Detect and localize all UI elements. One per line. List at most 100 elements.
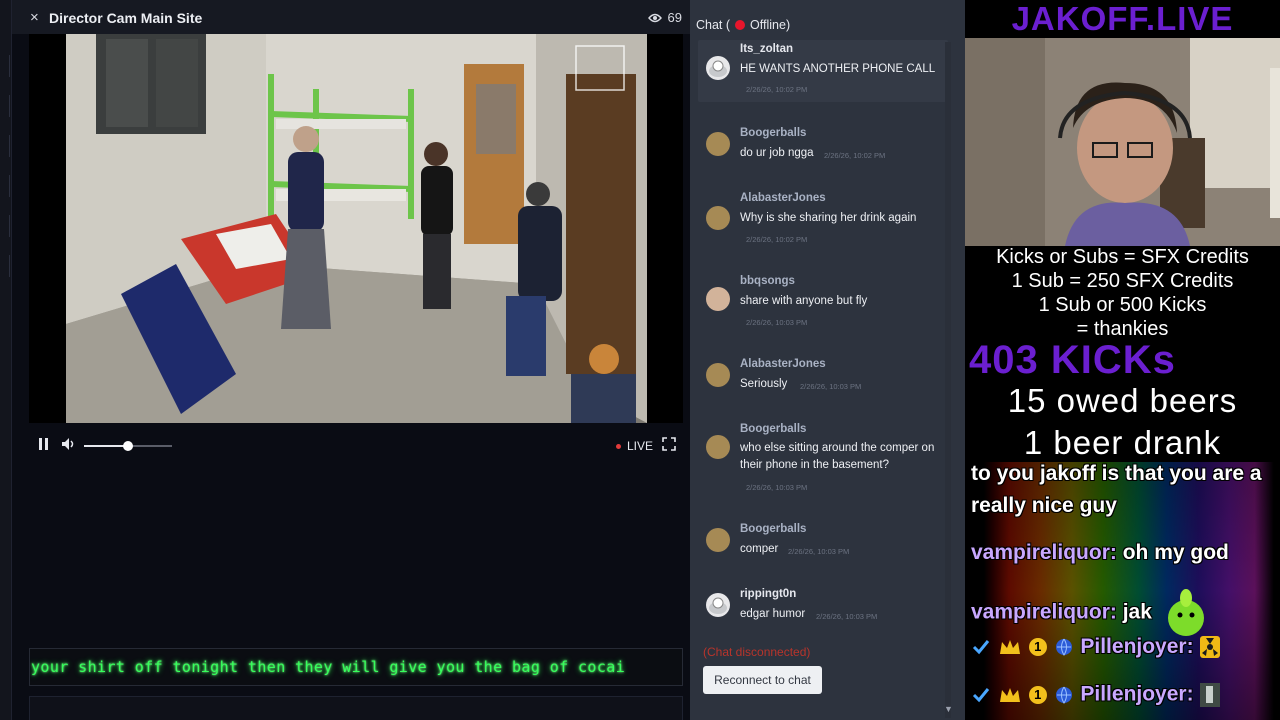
chat-message[interactable]: Its_zoltan HE WANTS ANOTHER PHONE CALL 2… [698,40,948,102]
crown-badge-icon [999,640,1020,655]
ticker-footer-bar [29,696,683,720]
chat-username[interactable]: Boogerballs [740,523,806,535]
chat-timestamp: 2/26/26, 10:03 PM [788,547,850,556]
live-dot-icon [615,443,621,449]
chat-username[interactable]: Boogerballs [740,423,806,435]
sidebar-notch [2,175,10,197]
chat-disconnected-notice: (Chat disconnected) [703,645,811,659]
overlay-chat-text: jak [1122,600,1152,624]
verified-badge-icon [972,640,990,655]
verified-badge-icon [972,688,990,703]
chat-timestamp: 2/26/26, 10:03 PM [800,382,862,391]
overlay-chat-user: Pillenjoyer: [1080,682,1194,706]
green-blob-emote-icon [1167,589,1204,636]
volume-icon [62,438,74,450]
ticker-text: your shirt off tonight then they will gi… [31,658,626,676]
stream-rules: Kicks or Subs = SFX Credits 1 Sub = 250 … [965,245,1280,341]
offline-dot-icon [735,20,746,30]
chat-timestamp: 2/26/26, 10:02 PM [746,235,808,244]
eye-icon [647,13,662,22]
chat-message[interactable]: Boogerballs comper 2/26/26, 10:03 PM [698,521,948,561]
security-camera-feed [66,34,647,423]
overlay-chat-line: vampireliquor: oh my god [971,541,1229,565]
chat-header-prefix: Chat ( [696,18,731,32]
sub-badge-icon: 1 [1028,686,1047,704]
overlay-chat-line: 1 Pillenjoyer: [971,682,1223,708]
overlay-chat-user: Pillenjoyer: [1080,635,1194,658]
avatar [706,56,730,80]
chat-username[interactable]: rippingt0n [740,588,796,600]
globe-badge-icon [1055,639,1072,657]
volume-button[interactable] [61,437,77,456]
chat-timestamp: 2/26/26, 10:02 PM [824,151,886,160]
volume-slider-fill [84,445,128,447]
chat-timestamp: 2/26/26, 10:03 PM [746,483,808,492]
reconnect-chat-button[interactable]: Reconnect to chat [703,666,822,694]
avatar [706,593,730,617]
chat-timestamp: 2/26/26, 10:03 PM [816,612,878,621]
chat-message-list[interactable]: Its_zoltan HE WANTS ANOTHER PHONE CALL 2… [698,40,948,640]
sidebar-notch [2,55,10,77]
avatar [706,206,730,230]
live-label: LIVE [626,439,653,453]
crown-badge-icon [999,688,1020,702]
fullscreen-button[interactable] [662,437,676,456]
chat-username[interactable]: AlabasterJones [740,358,826,370]
webcam-scene-graphic [965,38,1280,246]
rule-line: Kicks or Subs = SFX Credits [996,246,1249,268]
beer-counter: 15 owed beers 1 beer drank [965,380,1280,464]
scroll-down-arrow-icon[interactable]: ▼ [944,704,953,714]
avatar [706,132,730,156]
player-controls: LIVE [29,428,683,464]
sidebar-notch [2,255,10,277]
tts-message-line: to you jakoff is that you are a [971,462,1262,485]
avatar [706,363,730,387]
left-sidebar-strip [0,0,12,720]
viewer-count: 69 [647,10,682,25]
radioactive-emote-icon [1200,636,1221,659]
overlay-chat-user: vampireliquor: [971,600,1117,624]
video-player-panel: × Director Cam Main Site 69 LIVE your sh… [12,0,698,720]
volume-slider-knob[interactable] [123,441,133,451]
chat-timestamp: 2/26/26, 10:02 PM [746,85,808,94]
chat-message[interactable]: bbqsongs share with anyone but fly 2/26/… [698,273,948,333]
chat-text: HE WANTS ANOTHER PHONE CALL [740,63,936,75]
beers-owed: 15 owed beers [1007,382,1238,419]
chat-text: Why is she sharing her drink again [740,212,917,224]
overlay-chat-line: 1 Pillenjoyer: [971,635,1223,659]
pause-icon [39,438,48,450]
avatar [706,528,730,552]
chat-message[interactable]: AlabasterJones Why is she sharing her dr… [698,190,948,250]
rule-line: 1 Sub or 500 Kicks [1038,294,1207,316]
chat-username[interactable]: AlabasterJones [740,192,826,204]
rule-line: 1 Sub = 250 SFX Credits [1011,270,1234,292]
sub-badge-icon: 1 [1028,638,1047,657]
chat-message[interactable]: Boogerballs do ur job ngga 2/26/26, 10:0… [698,125,948,165]
volume-slider[interactable] [84,441,172,451]
chat-username[interactable]: Its_zoltan [740,43,793,55]
player-header: × Director Cam Main Site 69 [12,0,698,34]
chat-header: Chat ( Offline) [696,18,790,32]
overlay-chat-text: oh my god [1122,541,1229,564]
avatar [706,287,730,311]
chat-message[interactable]: Boogerballs who else sitting around the … [698,421,948,501]
app-root: × Director Cam Main Site 69 LIVE your sh… [0,0,1280,720]
figure-emote-icon [1200,683,1221,707]
chat-text: who else sitting around the comper on th… [740,442,935,471]
live-indicator: LIVE [615,439,653,453]
chat-message[interactable]: AlabasterJones Seriously 2/26/26, 10:03 … [698,356,948,396]
text-ticker: your shirt off tonight then they will gi… [29,648,683,686]
webcam-feed [965,38,1280,246]
chat-panel: Chat ( Offline) Its_zoltan HE WANTS ANOT… [690,0,965,720]
close-icon[interactable]: × [30,9,39,26]
player-title: Director Cam Main Site [49,10,203,26]
chat-message[interactable]: rippingt0n edgar humor 2/26/26, 10:03 PM [698,586,948,626]
viewer-count-value: 69 [667,10,682,25]
chat-username[interactable]: Boogerballs [740,127,806,139]
chat-text: share with anyone but fly [740,295,868,307]
room-scene-graphic [66,34,647,423]
pause-button[interactable] [38,437,50,456]
video-frame[interactable] [29,34,683,423]
chat-username[interactable]: bbqsongs [740,275,795,287]
chat-scrollbar[interactable] [945,42,951,718]
